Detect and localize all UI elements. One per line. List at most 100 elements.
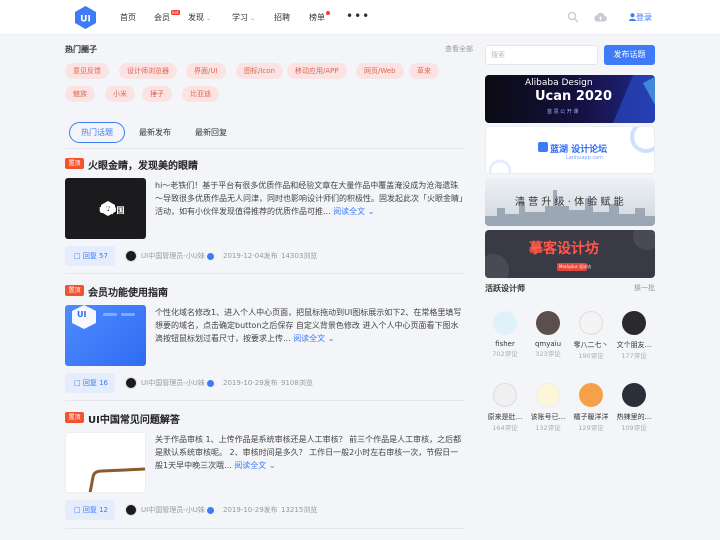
post-title[interactable]: 火眼金睛，发现美的眼睛: [88, 157, 198, 172]
login-link[interactable]: 登录: [629, 12, 652, 23]
banner-title: Alibaba Design: [525, 78, 593, 88]
circle-tag[interactable]: 小米: [105, 86, 135, 102]
user-icon: [629, 13, 636, 21]
circle-tag[interactable]: 界面/UI: [186, 63, 226, 79]
nav-discover[interactable]: 发现 ⌄: [188, 12, 211, 23]
designer-name: fisher: [495, 340, 515, 348]
comment-icon: □: [74, 506, 81, 514]
banner-lanhu-forum[interactable]: 蓝湖 设计论坛 Lanhuapp.com: [485, 126, 655, 174]
post-date: 2019-10-29发布: [223, 506, 278, 514]
nav-membership[interactable]: 会员: [154, 12, 170, 23]
post-excerpt: hi～老铁们！基于平台有很多优质作品和经验文章在大量作品中覆盖淹没成为沧海遗珠～…: [155, 179, 465, 218]
circle-tag[interactable]: 草来: [409, 63, 439, 79]
post-date: 2019-12-04发布: [223, 252, 278, 260]
designer-avatar: [493, 383, 517, 407]
top-navbar: UI 首页 会员 hot 发现 ⌄ 学习 ⌄ 招聘 榜单 ••• 登录: [0, 0, 720, 35]
designer-comment-count: 164评论: [492, 424, 518, 432]
designer-avatar: [622, 383, 646, 407]
designer-card[interactable]: fisher 702评论: [485, 311, 525, 358]
designer-name: 热辣里的...: [616, 413, 652, 421]
nav-home[interactable]: 首页: [120, 12, 136, 23]
pinned-badge: 置顶: [65, 285, 84, 296]
circle-tag[interactable]: 捶子: [142, 86, 172, 102]
sidebar-search: [485, 45, 598, 65]
circle-tag[interactable]: 意见反馈: [65, 63, 109, 79]
read-more-link[interactable]: 阅读全文 ⌄: [293, 334, 334, 343]
designer-avatar: [536, 311, 560, 335]
designer-card[interactable]: 零八二七丶 190评论: [571, 311, 611, 360]
reply-count: 回复 12: [82, 506, 108, 514]
chevron-down-icon: ⌄: [206, 15, 212, 22]
banner-mockplus[interactable]: 摹客设计坊 Mockplus 设计坊: [485, 230, 655, 278]
designer-avatar: [579, 383, 603, 407]
pinned-badge: 置顶: [65, 158, 84, 169]
designer-name: 文个朋友...: [616, 341, 652, 349]
author-name[interactable]: UI中国管理员-小U妹: [141, 251, 214, 261]
faq-graphic: [88, 467, 145, 492]
chevron-down-icon: ⌄: [327, 334, 335, 343]
post-title[interactable]: UI中国常见问题解答: [88, 411, 180, 426]
read-more-link[interactable]: 阅读全文 ⌄: [333, 207, 374, 216]
author-name[interactable]: UI中国管理员-小U妹: [141, 505, 214, 515]
reply-button[interactable]: □ 回复 12: [65, 500, 115, 520]
post-thumbnail[interactable]: UI: [65, 305, 146, 366]
circle-tag[interactable]: 比亚迪: [182, 86, 219, 102]
publish-topic-button[interactable]: 发布话题: [604, 45, 655, 65]
nav-discover-label: 发现: [188, 13, 204, 22]
verified-icon: [206, 379, 214, 387]
search-icon[interactable]: [567, 11, 579, 23]
chevron-down-icon: ⌄: [250, 15, 256, 22]
author-avatar[interactable]: [125, 504, 137, 516]
designer-card[interactable]: 文个朋友... 177评论: [614, 311, 654, 360]
author-label: UI中国管理员-小U妹: [141, 379, 205, 387]
tab-latest-replies[interactable]: 最新回复: [183, 122, 239, 143]
designer-comment-count: 132评论: [535, 424, 561, 432]
hot-tag: hot: [171, 10, 180, 15]
designer-comment-count: 177评论: [621, 352, 647, 360]
banner-city-experience[interactable]: 清 营 升 级 · 体 验 赋 能: [485, 178, 655, 226]
designer-card[interactable]: 热辣里的... 109评论: [614, 383, 654, 432]
author-avatar[interactable]: [125, 377, 137, 389]
author-avatar[interactable]: [125, 250, 137, 262]
circle-tag[interactable]: 设计师浏览器: [119, 63, 177, 79]
designer-comment-count: 190评论: [578, 352, 604, 360]
circle-tag[interactable]: 魅族: [65, 86, 95, 102]
nav-learn-label: 学习: [232, 13, 248, 22]
designer-card[interactable]: qmyaiu 323评论: [528, 311, 568, 358]
author-name[interactable]: UI中国管理员-小U妹: [141, 378, 214, 388]
designer-name: qmyaiu: [534, 340, 562, 348]
more-menu-icon[interactable]: •••: [346, 9, 370, 23]
tab-latest-posts[interactable]: 最新发布: [127, 122, 183, 143]
refresh-designers-link[interactable]: 换一批: [634, 283, 655, 293]
banner-headline: Ucan 2020: [535, 89, 612, 104]
nav-learn[interactable]: 学习 ⌄: [232, 12, 255, 23]
nav-rankings[interactable]: 榜单: [309, 12, 325, 23]
designer-card[interactable]: 橘子暖洋洋 129评论: [571, 383, 611, 432]
tab-hot-topics[interactable]: 热门话题: [69, 122, 125, 143]
read-more-link[interactable]: 阅读全文 ⌄: [234, 461, 275, 470]
reply-button[interactable]: □ 回复 16: [65, 373, 115, 393]
circle-tag[interactable]: 移动应用/APP: [287, 63, 347, 79]
designer-card[interactable]: 该账号已... 132评论: [528, 383, 568, 432]
see-all-link[interactable]: 查看全部: [445, 44, 473, 54]
post-thumbnail[interactable]: [65, 432, 146, 493]
view-count: 9108浏览: [281, 379, 313, 387]
post-title[interactable]: 会员功能使用指南: [88, 284, 168, 299]
search-input[interactable]: [486, 46, 597, 64]
excerpt-text: hi～老铁们！基于平台有很多优质作品和经验文章在大量作品中覆盖淹没成为沧海遗珠～…: [155, 181, 463, 216]
circle-tag[interactable]: 网页/Web: [356, 63, 404, 79]
designer-comment-count: 109评论: [621, 424, 647, 432]
designer-card[interactable]: 原来是肚... 164评论: [485, 383, 525, 432]
divider: [65, 528, 465, 529]
author-label: UI中国管理员-小U妹: [141, 506, 205, 514]
ui-china-logo[interactable]: UI: [75, 6, 96, 29]
designer-name: 原来是肚...: [487, 413, 523, 421]
upload-cloud-icon[interactable]: [593, 11, 608, 23]
banner-alibaba-ucan[interactable]: Alibaba Design Ucan 2020 首 思 公 开 课: [485, 75, 655, 123]
nav-jobs[interactable]: 招聘: [274, 12, 290, 23]
post-thumbnail[interactable]: U UI中国: [65, 178, 146, 239]
login-label: 登录: [636, 13, 652, 22]
reply-button[interactable]: □ 回复 57: [65, 246, 115, 266]
designer-name: 零八二七丶: [573, 341, 609, 349]
circle-tag[interactable]: 图标/Icon: [236, 63, 283, 79]
